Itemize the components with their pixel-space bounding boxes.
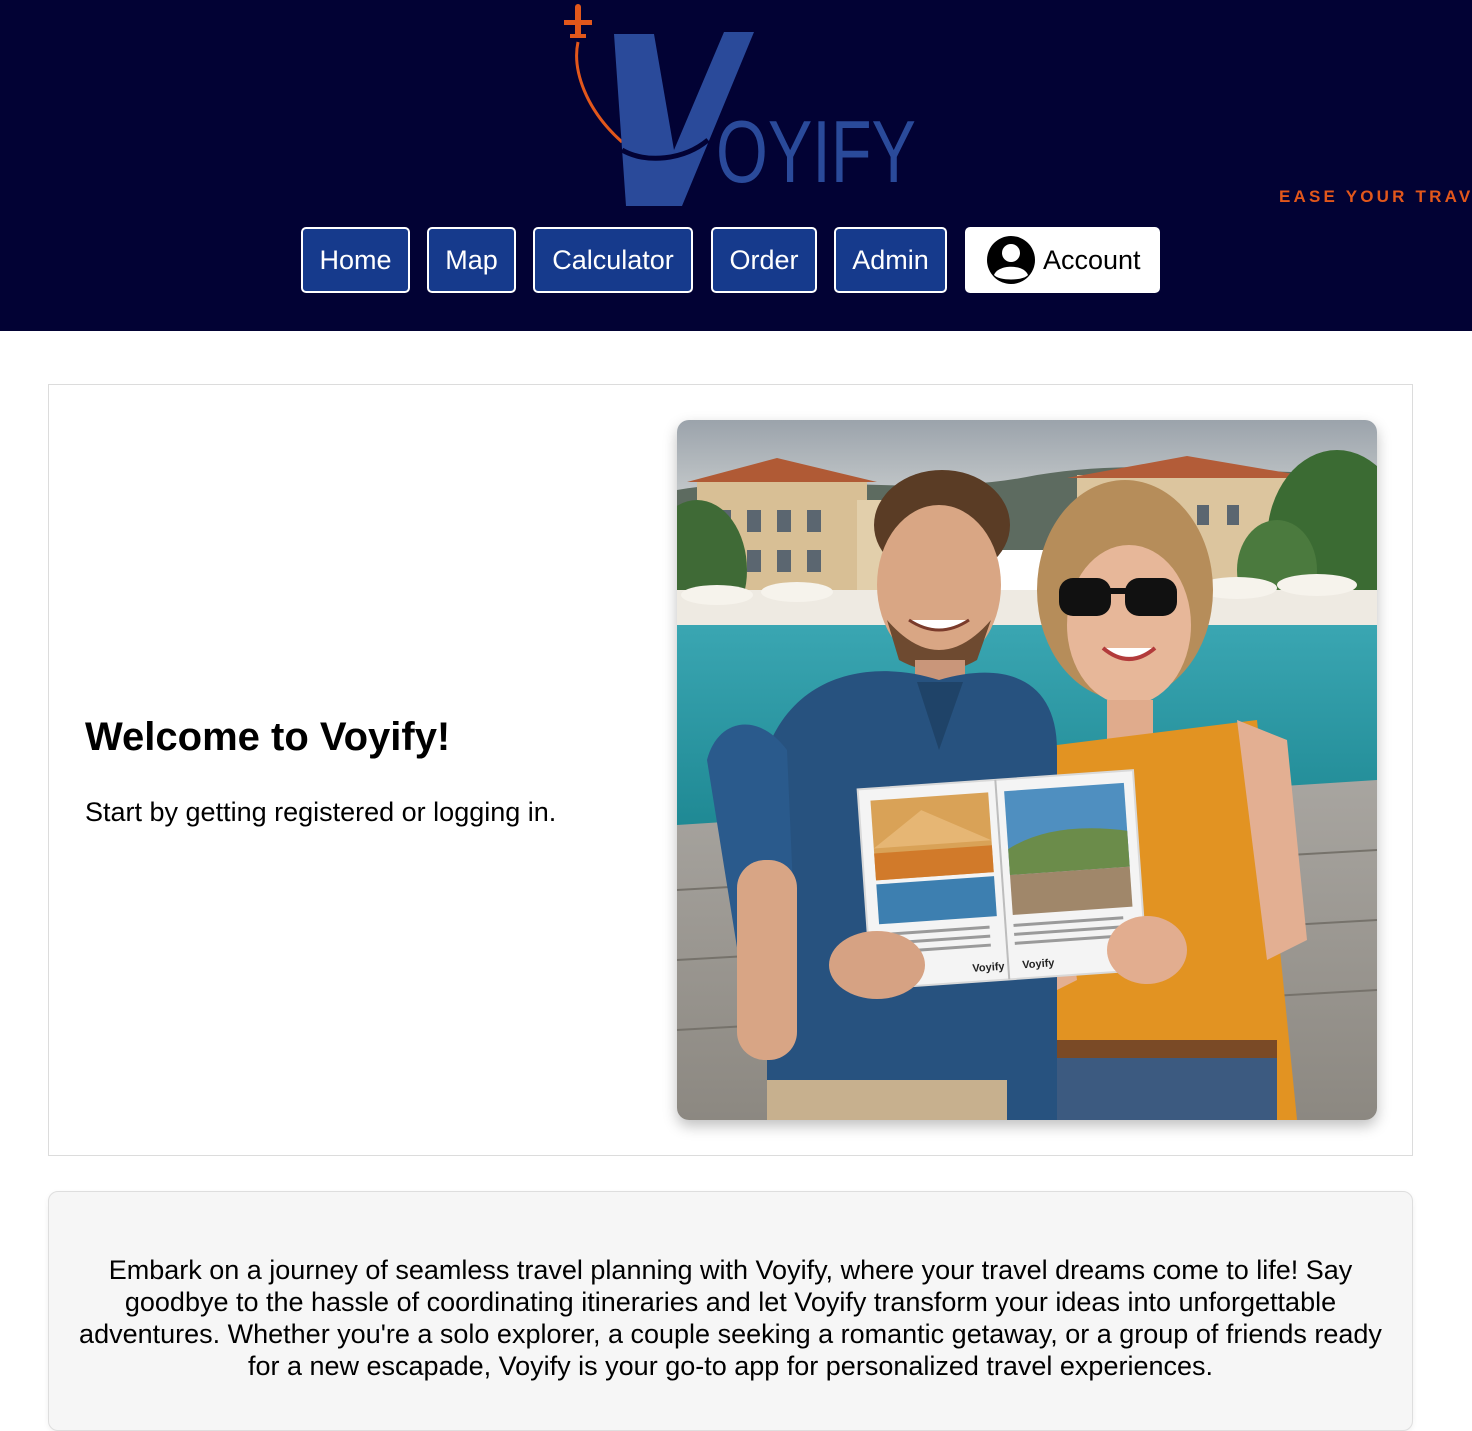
hero-photo: Voyify Voyify: [677, 420, 1377, 1120]
about-card: Embark on a journey of seamless travel p…: [48, 1191, 1413, 1431]
brochure-brand-right: Voyify: [1022, 957, 1056, 971]
nav-calculator-button[interactable]: Calculator: [533, 227, 693, 293]
site-header: OYIFY EASE YOUR TRAVEL Home Map Calculat…: [0, 0, 1472, 331]
nav-map-button[interactable]: Map: [427, 227, 516, 293]
couple-photo-illustration: Voyify Voyify: [677, 420, 1377, 1120]
user-circle-icon: [987, 236, 1035, 284]
logo-tagline: EASE YOUR TRAVEL: [1279, 187, 1472, 206]
logo-graphic: OYIFY: [564, 4, 916, 206]
about-text: Embark on a journey of seamless travel p…: [79, 1255, 1382, 1381]
main-nav: Home Map Calculator Order Admin Account: [0, 227, 1472, 297]
nav-admin-button[interactable]: Admin: [834, 227, 947, 293]
airplane-icon: [564, 4, 592, 38]
welcome-card: Welcome to Voyify! Start by getting regi…: [48, 384, 1413, 1156]
account-label: Account: [1043, 244, 1141, 275]
logo-wordmark: OYIFY: [716, 102, 916, 201]
nav-order-button[interactable]: Order: [711, 227, 817, 293]
brochure-brand-left: Voyify: [972, 961, 1006, 975]
voyify-logo[interactable]: OYIFY EASE YOUR TRAVEL: [556, 0, 1472, 215]
nav-home-button[interactable]: Home: [301, 227, 410, 293]
nav-account-button[interactable]: Account: [965, 227, 1160, 293]
welcome-subtitle: Start by getting registered or logging i…: [85, 797, 557, 827]
welcome-title: Welcome to Voyify!: [85, 715, 451, 759]
